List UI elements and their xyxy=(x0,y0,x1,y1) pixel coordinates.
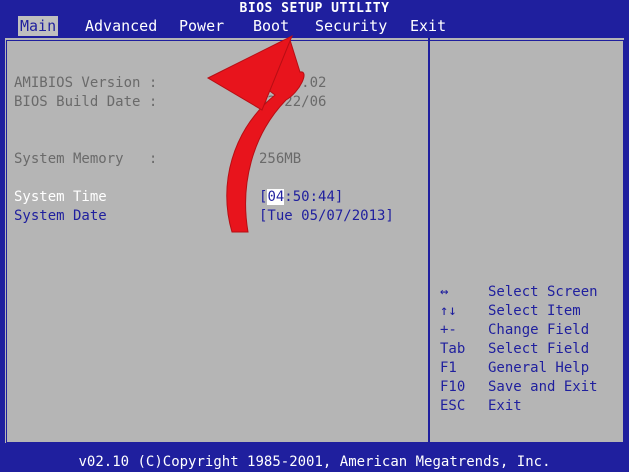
menu-bar: Main Advanced Power Boot Security Exit xyxy=(0,16,629,37)
system-date-value[interactable]: [Tue 05/07/2013] xyxy=(259,207,394,225)
system-memory-value: 256MB xyxy=(259,151,302,167)
help-desc: Save and Exit xyxy=(488,379,598,395)
tab-exit[interactable]: Exit xyxy=(408,16,448,37)
tab-security[interactable]: Security xyxy=(313,16,389,37)
system-memory-label: System Memory : xyxy=(14,151,158,167)
amibios-version-label: AMIBIOS Version : xyxy=(14,75,158,91)
system-time-hour[interactable]: 04 xyxy=(267,189,285,205)
help-key: ↑↓ xyxy=(440,303,457,319)
help-desc: Select Screen xyxy=(488,284,598,300)
system-time-label[interactable]: System Time xyxy=(14,188,107,206)
help-key: F1 xyxy=(440,360,457,376)
system-time-value[interactable]: [04:50:44] xyxy=(259,188,343,206)
help-desc: Exit xyxy=(488,398,522,414)
help-key: ↔ xyxy=(440,284,449,300)
tab-boot[interactable]: Boot xyxy=(251,16,291,37)
panel-divider xyxy=(428,38,430,443)
help-desc: General Help xyxy=(488,360,590,376)
amibios-version-value: 08.00.02 xyxy=(259,75,327,91)
tab-main[interactable]: Main xyxy=(18,16,59,37)
help-key: +- xyxy=(440,322,457,338)
bios-build-date-label: BIOS Build Date : xyxy=(14,94,158,110)
help-desc: Change Field xyxy=(488,322,590,338)
tab-power[interactable]: Power xyxy=(177,16,226,37)
help-desc: Select Field xyxy=(488,341,590,357)
bios-title: BIOS SETUP UTILITY xyxy=(239,1,390,16)
tab-advanced[interactable]: Advanced xyxy=(83,16,159,37)
bios-build-date-value: 02/22/06 xyxy=(259,94,327,110)
system-time-rest: :50:44] xyxy=(284,189,344,205)
help-key: ESC xyxy=(440,398,466,414)
copyright-footer: v02.10 (C)Copyright 1985-2001, American … xyxy=(78,454,551,470)
help-desc: Select Item xyxy=(488,303,581,319)
help-key: Tab xyxy=(440,341,466,357)
system-date-label[interactable]: System Date xyxy=(14,207,107,225)
help-key: F10 xyxy=(440,379,466,395)
